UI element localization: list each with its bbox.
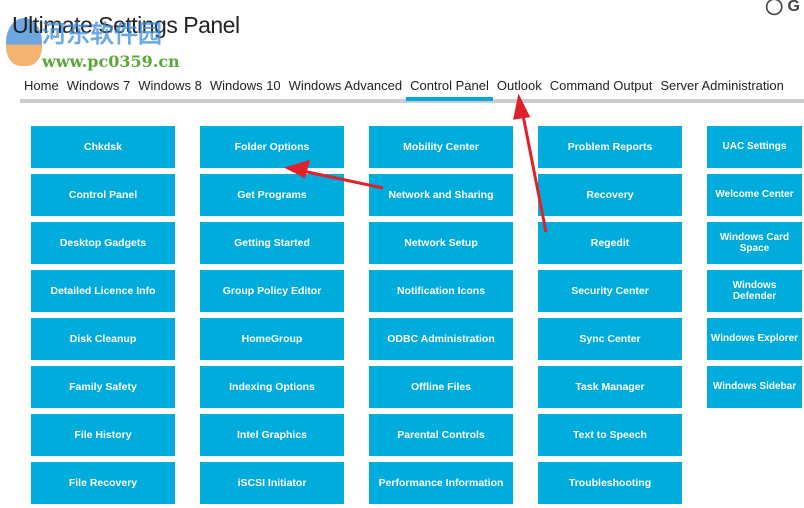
arrow-line (520, 109, 548, 233)
arrow-head (283, 159, 311, 179)
annotation-arrows (283, 93, 548, 233)
arrow-line (297, 168, 384, 190)
arrow-head (513, 93, 531, 120)
